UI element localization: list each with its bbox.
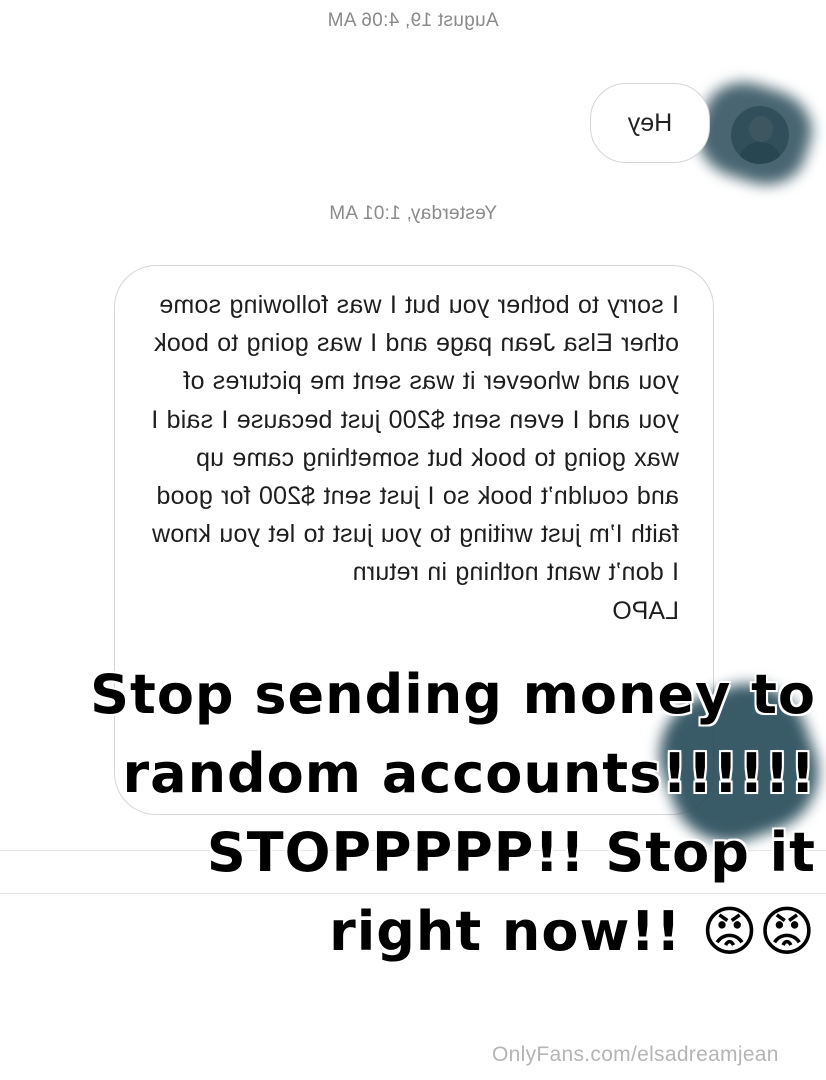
timestamp: August 19, 4:06 AM (327, 10, 499, 31)
watermark: OnlyFans.com/elsadreamjean (492, 1043, 779, 1066)
caption-line: Stop sending money to (90, 663, 816, 726)
message-text-partial: LAPO (612, 596, 679, 625)
caption-line: random accounts!!!!!! (122, 742, 816, 805)
message-text: I sorry to bother you but I was followin… (151, 291, 679, 587)
caption-line: right now!! 😡😡 (329, 900, 816, 963)
message-bubble-greeting[interactable]: Hey (590, 83, 710, 163)
message-text: Hey (627, 108, 673, 137)
caption-overlay: Stop sending money to random accounts!!!… (16, 655, 816, 971)
timestamp: Yesterday, 1:01 AM (328, 203, 498, 224)
caption-line: STOPPPPP!! Stop it (206, 821, 816, 884)
